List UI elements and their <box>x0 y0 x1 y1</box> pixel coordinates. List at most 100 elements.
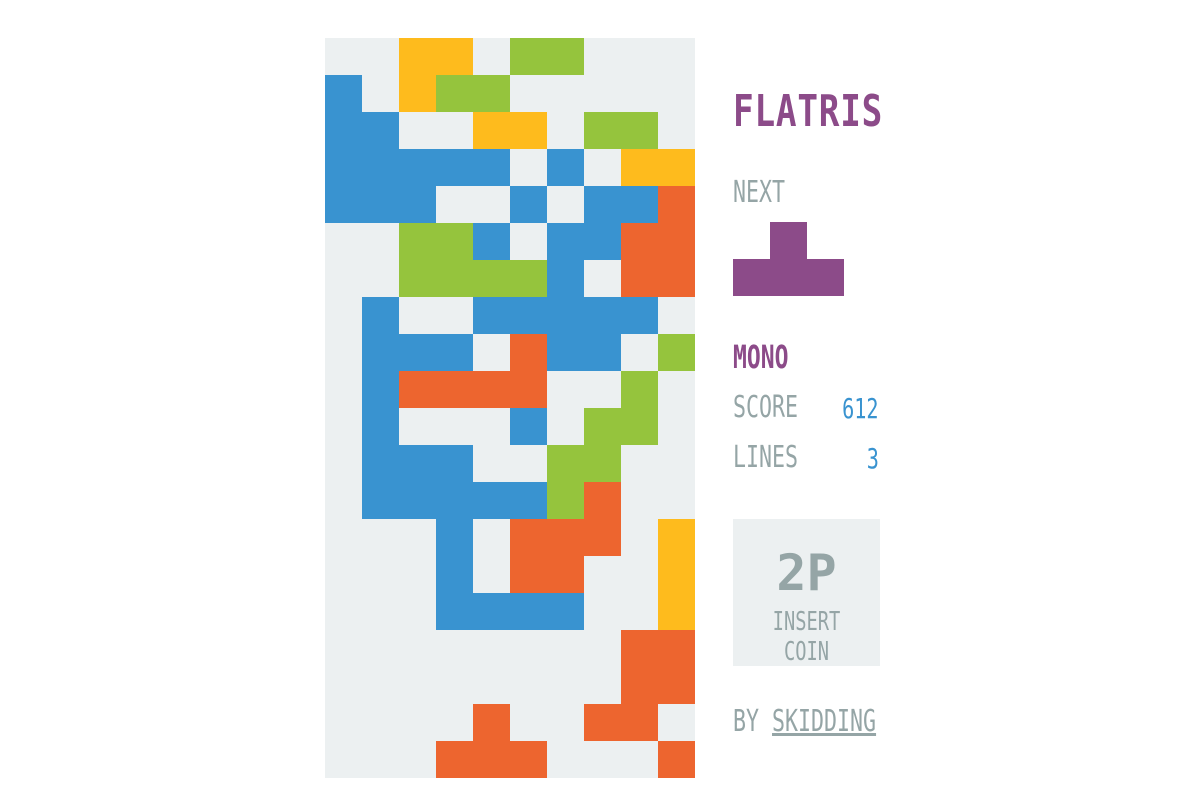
well-cell <box>584 223 621 260</box>
well-cell <box>325 149 362 186</box>
well-cell <box>399 334 436 371</box>
credit: BY SKIDDING <box>733 704 876 739</box>
well-cell <box>510 482 547 519</box>
well-cell <box>621 297 658 334</box>
well-cell <box>362 149 399 186</box>
well-cell <box>658 186 695 223</box>
well-cell <box>584 112 621 149</box>
game-well <box>325 38 695 778</box>
well-cell <box>473 75 510 112</box>
well-cell <box>399 149 436 186</box>
well-cell <box>547 260 584 297</box>
well-cell <box>621 223 658 260</box>
well-cell <box>399 75 436 112</box>
well-cell <box>362 297 399 334</box>
well-cell <box>473 593 510 630</box>
well-cell <box>621 630 658 667</box>
well-cell <box>436 593 473 630</box>
well-cell <box>436 445 473 482</box>
well-cell <box>362 408 399 445</box>
well-cell <box>547 556 584 593</box>
side-panel: FLATRIS NEXT MONO SCORE 612 LINES 3 2P I… <box>733 0 1033 805</box>
well-cell <box>362 112 399 149</box>
next-piece-cell <box>733 259 770 296</box>
well-cell <box>547 223 584 260</box>
well-cell <box>362 186 399 223</box>
well-cell <box>658 519 695 556</box>
well-cell <box>584 704 621 741</box>
well-cell <box>510 297 547 334</box>
well-cell <box>473 371 510 408</box>
well-cell <box>547 482 584 519</box>
next-piece-cell <box>770 259 807 296</box>
well-cell <box>658 667 695 704</box>
well-cell <box>547 297 584 334</box>
well-cell <box>473 112 510 149</box>
well-cell <box>547 445 584 482</box>
well-cell <box>621 112 658 149</box>
well-cell <box>473 297 510 334</box>
well-cell <box>658 556 695 593</box>
well-cell <box>362 334 399 371</box>
well-cell <box>621 371 658 408</box>
well-cell <box>473 482 510 519</box>
second-player-label: 2P <box>776 544 837 602</box>
player-name: MONO <box>733 338 789 376</box>
well-cell <box>436 75 473 112</box>
well-cell <box>621 667 658 704</box>
well-cell <box>584 445 621 482</box>
well-cell <box>399 223 436 260</box>
well-cell <box>658 334 695 371</box>
insert-coin-button[interactable]: 2P INSERT COIN <box>733 519 880 667</box>
well-cell <box>621 149 658 186</box>
well-cell <box>325 186 362 223</box>
app-title: FLATRIS <box>733 86 884 137</box>
well-cell <box>399 38 436 75</box>
well-cell <box>473 741 510 778</box>
well-cell <box>584 482 621 519</box>
well-cell <box>473 223 510 260</box>
well-cell <box>436 260 473 297</box>
well-cell <box>584 334 621 371</box>
well-cell <box>510 260 547 297</box>
well-cell <box>399 445 436 482</box>
well-cell <box>658 260 695 297</box>
well-cell <box>547 38 584 75</box>
next-piece-preview <box>733 222 844 297</box>
well-cell <box>362 482 399 519</box>
well-cell <box>436 149 473 186</box>
well-cell <box>584 186 621 223</box>
well-cell <box>473 149 510 186</box>
well-cell <box>399 482 436 519</box>
well-cell <box>510 593 547 630</box>
well-cell <box>362 371 399 408</box>
well-cell <box>547 334 584 371</box>
well-cell <box>510 371 547 408</box>
well-cell <box>547 593 584 630</box>
next-label: NEXT <box>733 175 786 210</box>
well-cell <box>325 112 362 149</box>
author-link[interactable]: SKIDDING <box>772 704 876 739</box>
well-cell <box>658 741 695 778</box>
score-label: SCORE <box>733 390 799 425</box>
well-cell <box>399 260 436 297</box>
well-cell <box>436 519 473 556</box>
well-cell <box>584 519 621 556</box>
well-cell <box>510 556 547 593</box>
well-cell <box>362 445 399 482</box>
next-piece-cell <box>807 259 844 296</box>
well-cell <box>658 223 695 260</box>
well-cell <box>658 593 695 630</box>
well-cell <box>436 371 473 408</box>
well-cell <box>436 38 473 75</box>
well-cell <box>584 408 621 445</box>
well-cell <box>325 75 362 112</box>
well-cell <box>621 260 658 297</box>
well-cell <box>547 519 584 556</box>
well-cell <box>621 704 658 741</box>
credit-prefix: BY <box>733 704 760 739</box>
well-cell <box>621 408 658 445</box>
well-cell <box>399 186 436 223</box>
score-value: 612 <box>842 392 879 425</box>
well-cell <box>658 149 695 186</box>
